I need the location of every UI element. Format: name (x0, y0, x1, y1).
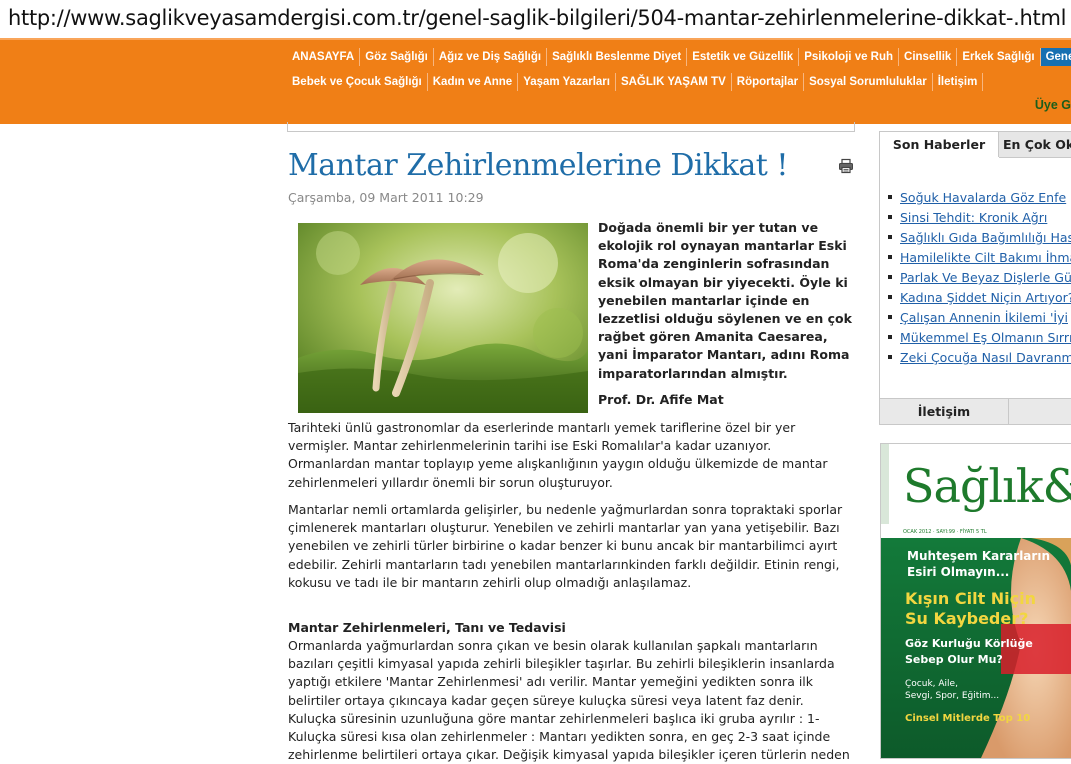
nav-item-row1-7[interactable]: Erkek Sağlığı (957, 48, 1041, 66)
cover-headline-7: Çocuk, Aile, (905, 679, 958, 689)
news-item: Soğuk Havalarda Göz Enfe (888, 188, 1071, 208)
cover-headline-6: Sebep Olur Mu? (905, 653, 1003, 666)
cover-headline-5: Göz Kurluğu Körlüğe (905, 637, 1033, 650)
article-author: Prof. Dr. Afife Mat (598, 392, 724, 407)
news-item: Sağlıklı Gıda Bağımlılığı Has (888, 228, 1071, 248)
article-paragraph-1: Tarihteki ünlü gastronomlar da eserlerin… (288, 420, 828, 490)
nav-item-row2-1[interactable]: Kadın ve Anne (428, 73, 519, 91)
bullet-icon (888, 334, 892, 339)
news-link[interactable]: Hamilelikte Cilt Bakımı İhma (900, 250, 1071, 265)
news-item: Mükemmel Eş Olmanın Sırrı (888, 328, 1071, 348)
nav-item-row1-1[interactable]: Göz Sağlığı (360, 48, 434, 66)
cover-headline-1: Muhteşem Kararların (907, 549, 1050, 563)
bullet-icon (888, 354, 892, 359)
news-item: Hamilelikte Cilt Bakımı İhma (888, 248, 1071, 268)
news-link[interactable]: Çalışan Annenin İkilemi 'İyi (900, 310, 1068, 325)
news-item: Zeki Çocuğa Nasıl Davranm (888, 348, 1071, 368)
news-item: Kadına Şiddet Niçin Artıyor? (888, 288, 1071, 308)
article-paragraph-2: Mantarlar nemli ortamlarda gelişirler, b… (288, 502, 843, 590)
article-subheading: Mantar Zehirlenmeleri, Tanı ve Tedavisi (288, 620, 566, 635)
sidebar-contact-bar: İletişim (880, 398, 1071, 424)
tab-latest-news[interactable]: Son Haberler (880, 132, 999, 157)
news-item: Parlak Ve Beyaz Dişlerle Gü (888, 268, 1071, 288)
latest-news-list: Soğuk Havalarda Göz Enfe Sinsi Tehdit: Kr… (888, 188, 1071, 368)
news-link[interactable]: Mükemmel Eş Olmanın Sırrı (900, 330, 1071, 345)
sidebar-tabs: Son Haberler En Çok Ok (880, 132, 1071, 158)
magazine-masthead: OCAK 2012 · SAYI:99 · FİYATI 5 TL (903, 528, 987, 535)
magazine-brand: Sağlık&Y (903, 459, 1071, 513)
news-link[interactable]: Sinsi Tehdit: Kronik Ağrı (900, 210, 1047, 225)
news-link[interactable]: Zeki Çocuğa Nasıl Davranm (900, 350, 1071, 365)
news-link[interactable]: Sağlıklı Gıda Bağımlılığı Has (900, 230, 1071, 245)
address-bar-url[interactable]: http://www.saglikveyasamdergisi.com.tr/g… (8, 6, 1066, 30)
nav-item-row2-3[interactable]: SAĞLIK YAŞAM TV (616, 73, 732, 91)
print-icon[interactable] (838, 158, 854, 174)
nav-item-row2-2[interactable]: Yaşam Yazarları (518, 73, 616, 91)
article-title: Mantar Zehirlenmelerine Dikkat ! (288, 148, 788, 183)
article-intro: Doğada önemli bir yer tutan ve ekolojik … (598, 220, 852, 381)
news-sidebar: Son Haberler En Çok Ok Soğuk Havalarda G… (879, 131, 1071, 425)
nav-item-row1-8[interactable]: Genel (1040, 48, 1071, 66)
news-item: Sinsi Tehdit: Kronik Ağrı (888, 208, 1071, 228)
nav-item-row1-2[interactable]: Ağız ve Diş Sağlığı (434, 48, 548, 66)
cover-headline-2: Esiri Olmayın... (907, 565, 1009, 579)
nav-item-row2-0[interactable]: Bebek ve Çocuk Sağlığı (287, 73, 428, 91)
bullet-icon (888, 274, 892, 279)
tab-most-read[interactable]: En Çok Ok (999, 132, 1071, 158)
article-date: Çarşamba, 09 Mart 2011 10:29 (288, 190, 484, 205)
news-link[interactable]: Kadına Şiddet Niçin Artıyor? (900, 290, 1071, 305)
nav-item-row1-0[interactable]: ANASAYFA (287, 48, 361, 66)
news-item: Çalışan Annenin İkilemi 'İyi (888, 308, 1071, 328)
mushroom-photo (298, 223, 588, 413)
cover-headline-3: Kışın Cilt Niçin (905, 589, 1036, 608)
nav-item-row1-4[interactable]: Estetik ve Güzellik (687, 48, 800, 66)
main-nav-row-1: ANASAYFA Göz Sağlığı Ağız ve Diş Sağlığı Sa… (287, 48, 1071, 66)
nav-item-row1-3[interactable]: Sağlıklı Beslenme Diyet (547, 48, 688, 66)
article-paragraph-3: Ormanlarda yağmurlardan sonra çıkan ve b… (288, 638, 850, 763)
cover-headline-8: Sevgi, Spor, Eğitim... (905, 691, 999, 701)
news-link[interactable]: Parlak Ve Beyaz Dişlerle Gü (900, 270, 1071, 285)
content-top-box (287, 122, 855, 132)
bullet-icon (888, 214, 892, 219)
nav-item-row2-6[interactable]: İletişim (933, 73, 984, 91)
site-header: ANASAYFA Göz Sağlığı Ağız ve Diş Sağlığı Sa… (0, 38, 1071, 124)
bullet-icon (888, 194, 892, 199)
bullet-icon (888, 254, 892, 259)
magazine-cover[interactable]: Sağlık&Y OCAK 2012 · SAYI:99 · FİYATI 5 … (880, 443, 1071, 759)
nav-item-row1-6[interactable]: Cinsellik (899, 48, 958, 66)
bullet-icon (888, 294, 892, 299)
nav-item-row2-5[interactable]: Sosyal Sorumluluklar (804, 73, 933, 91)
bullet-icon (888, 314, 892, 319)
member-login-link[interactable]: Üye G (1035, 98, 1071, 112)
sidebar-contact-link[interactable]: İletişim (880, 399, 1009, 424)
main-nav-row-2: Bebek ve Çocuk Sağlığı Kadın ve Anne Yaşam… (287, 73, 984, 91)
address-bar[interactable]: http://www.saglikveyasamdergisi.com.tr/g… (0, 0, 1071, 38)
cover-headline-9: Cinsel Mitlerde Top 10 (905, 713, 1030, 724)
nav-item-row1-5[interactable]: Psikoloji ve Ruh (799, 48, 900, 66)
news-link[interactable]: Soğuk Havalarda Göz Enfe (900, 190, 1066, 205)
bullet-icon (888, 234, 892, 239)
cover-headline-4: Su Kaybeder? (905, 609, 1028, 628)
nav-item-row2-4[interactable]: Röportajlar (732, 73, 805, 91)
